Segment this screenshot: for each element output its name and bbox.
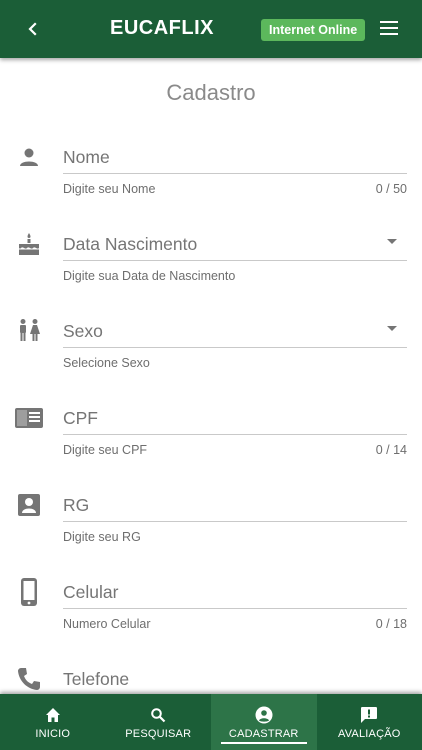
app-bar: EUCAFLIX Internet Online — [0, 0, 422, 58]
data-nascimento-input[interactable] — [63, 229, 407, 261]
celular-input[interactable] — [63, 577, 407, 609]
connection-status-badge: Internet Online — [261, 19, 366, 41]
data-nascimento-hint: Digite sua Data de Nascimento — [63, 269, 236, 283]
person-icon — [14, 142, 44, 172]
bottom-navigation: INICIO PESQUISAR CADASTRAR AVALIAÇÃO — [0, 694, 422, 750]
field-celular: Numero Celular 0 / 18 — [0, 577, 422, 664]
field-data-nascimento: Digite sua Data de Nascimento — [0, 229, 422, 316]
field-rg: Digite seu RG — [0, 490, 422, 577]
registration-form: Cadastro Digite seu Nome 0 / 50 Digite s… — [0, 58, 422, 694]
phone-icon — [14, 664, 44, 694]
cpf-hint: Digite seu CPF — [63, 443, 148, 457]
nav-label: CADASTRAR — [228, 727, 299, 740]
telefone-input[interactable] — [63, 664, 407, 694]
cpf-input[interactable] — [63, 403, 407, 435]
nav-item-inicio[interactable]: INICIO — [0, 694, 106, 750]
nav-item-cadastrar[interactable]: CADASTRAR — [211, 694, 317, 750]
app-title: EUCAFLIX — [110, 17, 214, 39]
contact-card-icon — [14, 490, 44, 520]
page-title: Cadastro — [166, 80, 256, 105]
celular-counter: 0 / 18 — [375, 617, 407, 631]
field-sexo: Selecione Sexo — [0, 316, 422, 403]
chevron-left-icon — [28, 22, 37, 36]
home-icon — [45, 705, 61, 725]
cake-icon — [14, 229, 44, 259]
menu-button[interactable] — [376, 15, 402, 41]
cpf-counter: 0 / 14 — [375, 443, 407, 457]
nav-label: INICIO — [35, 727, 71, 740]
rg-hint: Digite seu RG — [63, 530, 141, 544]
field-telefone — [0, 664, 422, 694]
caret-down-icon[interactable] — [387, 326, 397, 331]
nome-hint: Digite seu Nome — [63, 182, 156, 196]
field-cpf: Digite seu CPF 0 / 14 — [0, 403, 422, 490]
back-button[interactable] — [18, 14, 48, 44]
nav-label: PESQUISAR — [125, 727, 192, 740]
nav-item-pesquisar[interactable]: PESQUISAR — [106, 694, 212, 750]
smartphone-icon — [14, 577, 44, 607]
field-nome: Digite seu Nome 0 / 50 — [0, 142, 422, 229]
account-circle-icon — [255, 705, 273, 725]
nome-counter: 0 / 50 — [375, 182, 407, 196]
wc-icon — [14, 316, 44, 346]
nav-item-avaliacao[interactable]: AVALIAÇÃO — [317, 694, 422, 750]
id-card-icon — [14, 403, 44, 433]
celular-hint: Numero Celular — [63, 617, 151, 631]
nav-label: AVALIAÇÃO — [337, 727, 401, 740]
rg-input[interactable] — [63, 490, 407, 522]
feedback-icon — [360, 705, 378, 725]
search-icon — [150, 705, 166, 725]
sexo-hint: Selecione Sexo — [63, 356, 150, 370]
hamburger-menu-icon — [380, 21, 398, 35]
caret-down-icon[interactable] — [387, 239, 397, 244]
sexo-select[interactable] — [63, 316, 407, 348]
nome-input[interactable] — [63, 142, 407, 174]
